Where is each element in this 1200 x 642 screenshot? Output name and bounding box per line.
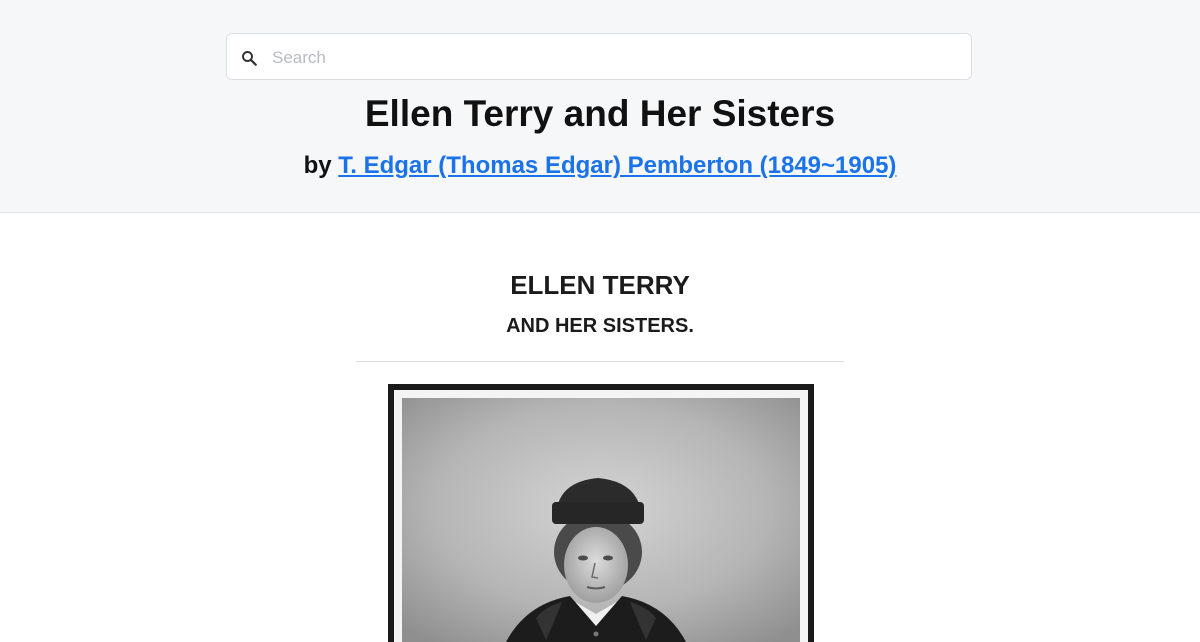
portrait-photo bbox=[388, 384, 814, 642]
book-title: Ellen Terry and Her Sisters bbox=[364, 93, 836, 134]
content-heading: ELLEN TERRY bbox=[510, 270, 690, 300]
author-link[interactable]: T. Edgar (Thomas Edgar) Pemberton (1849~… bbox=[338, 152, 896, 179]
search-input[interactable] bbox=[270, 34, 964, 81]
byline: by T. Edgar (Thomas Edgar) Pemberton (18… bbox=[0, 151, 1200, 181]
search-icon bbox=[242, 51, 257, 66]
search-box[interactable] bbox=[226, 33, 972, 81]
book-header: Ellen Terry and Her Sisters by T. Edgar … bbox=[0, 0, 1200, 213]
divider bbox=[356, 361, 844, 362]
byline-prefix: by bbox=[303, 152, 332, 179]
content-subheading: AND HER SISTERS. bbox=[506, 315, 694, 337]
